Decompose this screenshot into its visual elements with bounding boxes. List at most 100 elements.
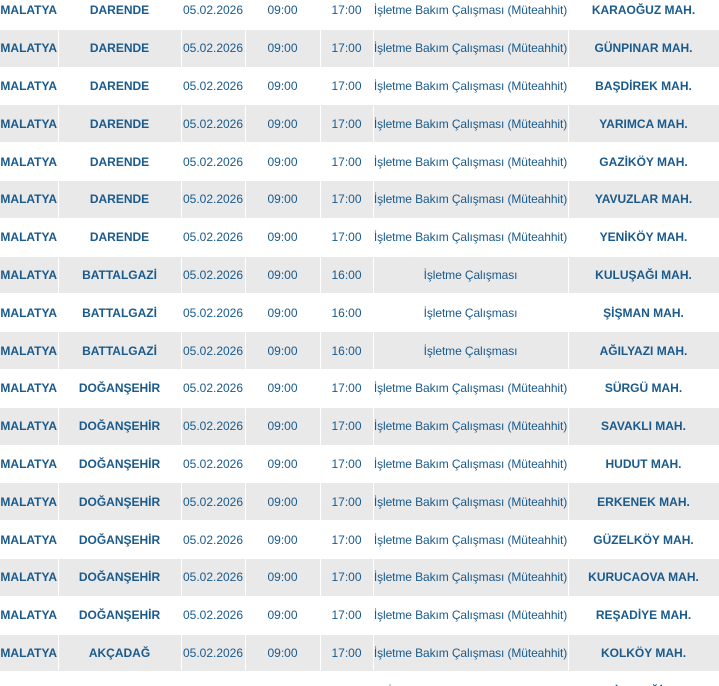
cell-province: MALATYA [0, 407, 59, 446]
cell-district: DARENDE [58, 142, 182, 181]
cell-end-time: 16:00 [320, 331, 374, 370]
cell-district: DARENDE [58, 0, 182, 30]
cell-end-time: 17:00 [320, 104, 374, 144]
table-row: MALATYA BATTALGAZİ 05.02.2026 09:00 16:00 İşl… [0, 331, 719, 370]
cell-start-time: 09:00 [245, 671, 321, 686]
cell-district: DARENDE [58, 104, 182, 144]
table-row: MALATYA DOĞANŞEHİR 05.02.2026 09:00 17:00 İşl… [0, 558, 719, 597]
cell-start-time: 09:00 [245, 104, 321, 144]
cell-neighborhood: HEYİKETEĞİ MAH. [568, 671, 719, 686]
table-row: MALATYADARENDE05.02.202609:0017:00İşletm… [0, 104, 719, 144]
cell-work-type: İşletme Bakım Çalışması (Müteahhit) [373, 369, 569, 408]
cell-district: AKÇADAĞ [58, 634, 182, 673]
table-row: MALATYA DOĞANŞEHİR 05.02.2026 09:00 17:00 İşl… [0, 482, 719, 522]
table-row: MALATYADARENDE05.02.202609:0017:00İşletm… [0, 0, 719, 30]
cell-end-time: 17:00 [320, 558, 374, 597]
cell-start-time: 09:00 [245, 520, 321, 559]
cell-province: MALATYA [0, 142, 59, 181]
cell-neighborhood: GAZİKÖY MAH. [568, 142, 719, 181]
cell-work-type: İşletme Bakım Çalışması (Müteahhit) [373, 407, 569, 446]
cell-start-time: 09:00 [245, 445, 321, 484]
cell-work-type: İşletme Bakım Çalışması (Müteahhit) [373, 67, 569, 106]
cell-end-time: 17:00 [320, 596, 374, 635]
cell-end-time: 16:00 [320, 256, 374, 295]
cell-province: MALATYA [0, 67, 59, 106]
cell-neighborhood: KULUŞAĞI MAH. [568, 256, 719, 295]
cell-neighborhood: AĞILYAZI MAH. [568, 331, 719, 370]
cell-work-type: İşletme Çalışması [373, 331, 569, 370]
cell-province: MALATYA [0, 634, 59, 673]
cell-start-time: 09:00 [245, 558, 321, 597]
cell-province: MALATYA [0, 180, 59, 219]
table-row: MALATYA DOĞANŞEHİR 05.02.2026 09:00 17:00 İşl… [0, 407, 719, 446]
table-row: MALATYADARENDE05.02.202609:0017:00İşletm… [0, 180, 719, 219]
table-row: MALATYADARENDE05.02.202609:0017:00İşletm… [0, 671, 719, 686]
cell-province: MALATYA [0, 104, 59, 144]
cell-work-type: İşletme Bakım Çalışması (Müteahhit) [373, 218, 569, 257]
cell-district: DOĞANŞEHİR [58, 482, 182, 522]
cell-province: MALATYA [0, 558, 59, 597]
cell-start-time: 09:00 [245, 407, 321, 446]
cell-neighborhood: ŞİŞMAN MAH. [568, 293, 719, 333]
cell-date: 05.02.2026 [181, 331, 246, 370]
cell-neighborhood: HUDUT MAH. [568, 445, 719, 484]
table-row: MALATYADARENDE05.02.202609:0017:00İşletm… [0, 218, 719, 257]
table-row: MALATYADARENDE05.02.202609:0017:00İşletm… [0, 67, 719, 106]
cell-district: BATTALGAZİ [58, 293, 182, 333]
cell-district: BATTALGAZİ [58, 256, 182, 295]
cell-district: DARENDE [58, 218, 182, 257]
cell-province: MALATYA [0, 671, 59, 686]
cell-end-time: 17:00 [320, 671, 374, 686]
cell-start-time: 09:00 [245, 218, 321, 257]
table-row: MALATYA DOĞANŞEHİR 05.02.2026 09:00 17:00 İşl… [0, 520, 719, 559]
cell-end-time: 17:00 [320, 634, 374, 673]
cell-end-time: 17:00 [320, 29, 374, 68]
table-row: MALATYADARENDE05.02.202609:0017:00İşletm… [0, 29, 719, 68]
cell-neighborhood: KOLKÖY MAH. [568, 634, 719, 673]
table-row: MALATYA DOĞANŞEHİR 05.02.2026 09:00 17:00 İşl… [0, 369, 719, 408]
cell-district: DARENDE [58, 29, 182, 68]
cell-neighborhood: KURUCAOVA MAH. [568, 558, 719, 597]
cell-start-time: 09:00 [245, 180, 321, 219]
cell-date: 05.02.2026 [181, 104, 246, 144]
cell-neighborhood: SÜRGÜ MAH. [568, 369, 719, 408]
cell-start-time: 09:00 [245, 142, 321, 181]
cell-province: MALATYA [0, 331, 59, 370]
cell-district: BATTALGAZİ [58, 331, 182, 370]
table-row: MALATYA BATTALGAZİ 05.02.2026 09:00 16:00 İşl… [0, 256, 719, 295]
cell-end-time: 17:00 [320, 67, 374, 106]
cell-date: 05.02.2026 [181, 482, 246, 522]
cell-neighborhood: YAVUZLAR MAH. [568, 180, 719, 219]
cell-district: DOĞANŞEHİR [58, 520, 182, 559]
cell-start-time: 09:00 [245, 331, 321, 370]
cell-province: MALATYA [0, 218, 59, 257]
cell-neighborhood: REŞADİYE MAH. [568, 596, 719, 635]
cell-start-time: 09:00 [245, 0, 321, 30]
cell-work-type: İşletme Bakım Çalışması (Müteahhit) [373, 596, 569, 635]
cell-date: 05.02.2026 [181, 293, 246, 333]
cell-start-time: 09:00 [245, 293, 321, 333]
cell-date: 05.02.2026 [181, 218, 246, 257]
cell-work-type: İşletme Bakım Çalışması (Müteahhit) [373, 634, 569, 673]
cell-start-time: 09:00 [245, 29, 321, 68]
cell-neighborhood: GÜZELKÖY MAH. [568, 520, 719, 559]
cell-province: MALATYA [0, 29, 59, 68]
cell-district: DARENDE [58, 67, 182, 106]
cell-end-time: 17:00 [320, 369, 374, 408]
cell-end-time: 17:00 [320, 180, 374, 219]
cell-date: 05.02.2026 [181, 407, 246, 446]
cell-work-type: İşletme Bakım Çalışması (Müteahhit) [373, 29, 569, 68]
cell-date: 05.02.2026 [181, 0, 246, 30]
cell-end-time: 17:00 [320, 218, 374, 257]
cell-district: DOĞANŞEHİR [58, 558, 182, 597]
cell-start-time: 09:00 [245, 596, 321, 635]
cell-work-type: İşletme Bakım Çalışması (Müteahhit) [373, 180, 569, 219]
cell-province: MALATYA [0, 293, 59, 333]
cell-neighborhood: ERKENEK MAH. [568, 482, 719, 522]
cell-province: MALATYA [0, 369, 59, 408]
cell-end-time: 17:00 [320, 445, 374, 484]
cell-province: MALATYA [0, 482, 59, 522]
cell-date: 05.02.2026 [181, 256, 246, 295]
cell-neighborhood: KARAOĞUZ MAH. [568, 0, 719, 30]
cell-work-type: İşletme Bakım Çalışması (Müteahhit) [373, 558, 569, 597]
